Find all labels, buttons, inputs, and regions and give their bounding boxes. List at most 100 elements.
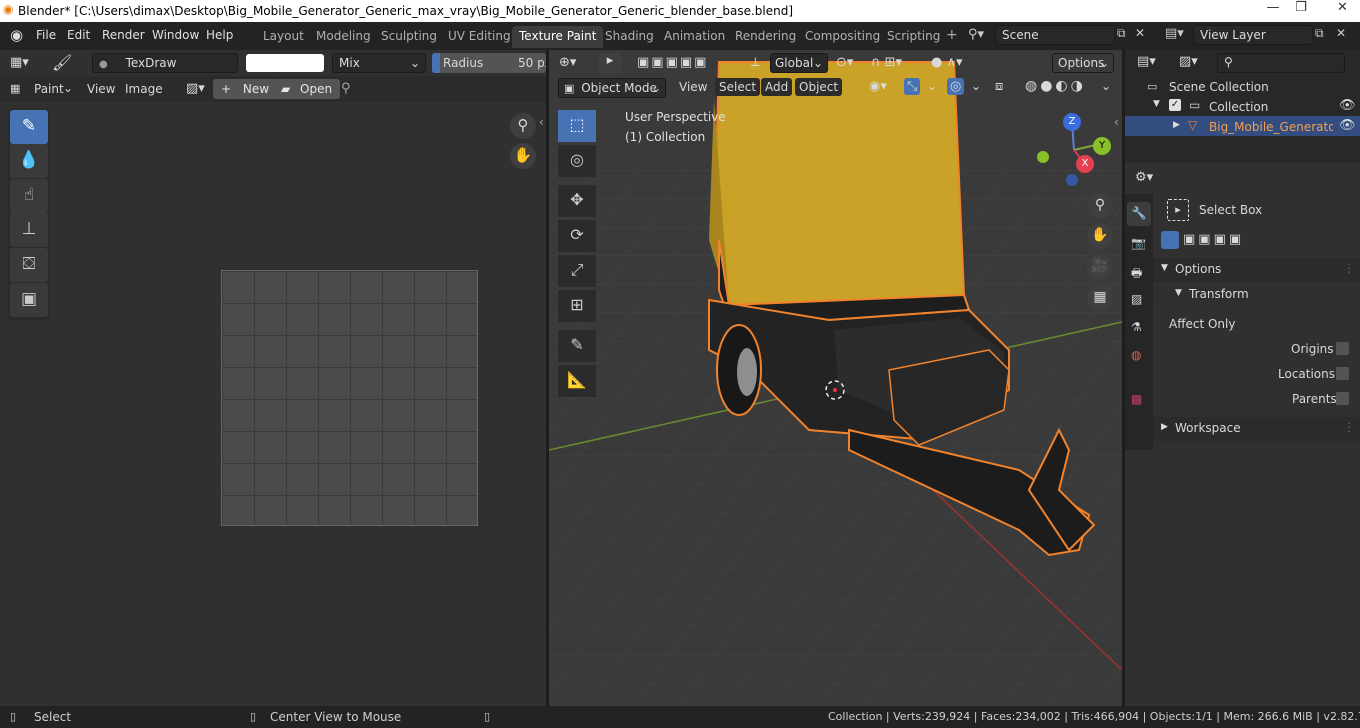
- select-mode-icons[interactable]: ▣▣▣▣▣: [637, 55, 708, 70]
- tab-animation[interactable]: Animation: [657, 26, 732, 48]
- workspace-panel-header[interactable]: ▶ Workspace ⋮⋮: [1153, 417, 1360, 441]
- scene-collection-label[interactable]: Scene Collection: [1169, 80, 1269, 94]
- viewport-editor-type-icon[interactable]: ⊕▾: [559, 55, 576, 70]
- mask-tool-button[interactable]: ▣: [10, 283, 48, 317]
- parents-checkbox[interactable]: [1336, 392, 1349, 405]
- soften-tool-button[interactable]: 💧: [10, 144, 48, 178]
- delete-view-layer-icon[interactable]: ✕: [1336, 26, 1346, 40]
- gizmo-toggle-icon[interactable]: ⤡: [904, 78, 921, 95]
- texture-canvas[interactable]: [221, 270, 478, 526]
- viewport-zoom-icon[interactable]: ⚲: [1087, 193, 1113, 219]
- tab-rendering[interactable]: Rendering: [728, 26, 803, 48]
- menu-select[interactable]: Select: [715, 78, 761, 96]
- fill-tool-button[interactable]: ⛋: [10, 248, 48, 282]
- brush-color-swatch[interactable]: [246, 54, 324, 72]
- add-workspace-button[interactable]: +: [946, 27, 958, 43]
- menu-object[interactable]: Object: [795, 78, 843, 96]
- shading-mode-icons[interactable]: ◍●◐◑: [1025, 78, 1086, 94]
- view-layer-tab-icon[interactable]: ▨: [1131, 292, 1142, 306]
- menu-viewport-view[interactable]: View: [679, 80, 707, 94]
- open-image-button[interactable]: ▰ Open: [273, 79, 341, 99]
- origins-checkbox[interactable]: [1336, 342, 1349, 355]
- tab-layout[interactable]: Layout: [256, 26, 311, 48]
- chevron-down-icon[interactable]: ⌄: [971, 79, 981, 93]
- collection-checkbox[interactable]: ✓: [1169, 99, 1181, 111]
- tab-uv-editing[interactable]: UV Editing: [441, 26, 518, 48]
- collection-label[interactable]: Collection: [1209, 100, 1268, 114]
- cursor-tool[interactable]: ◎: [558, 145, 596, 177]
- tool-tab-icon[interactable]: 🔧: [1127, 202, 1151, 226]
- menu-image[interactable]: Image: [125, 82, 163, 96]
- scene-tab-icon[interactable]: ⚗: [1131, 320, 1142, 334]
- menu-window[interactable]: Window: [152, 28, 199, 42]
- x-axis-icon[interactable]: X: [1076, 155, 1094, 173]
- draw-tool-button[interactable]: ✎: [10, 110, 48, 144]
- viewport-pan-icon[interactable]: ✋: [1087, 223, 1113, 249]
- select-box-tool[interactable]: ⬚: [558, 110, 596, 142]
- locations-checkbox[interactable]: [1336, 367, 1349, 380]
- menu-render[interactable]: Render: [102, 28, 145, 42]
- menu-add[interactable]: Add: [761, 78, 793, 96]
- viewport-sidebar-toggle-icon[interactable]: ‹: [1114, 115, 1119, 129]
- clone-tool-button[interactable]: ⊥: [10, 213, 48, 247]
- chevron-down-icon[interactable]: ⌄: [927, 79, 937, 93]
- outliner-search-field[interactable]: ⚲: [1217, 53, 1345, 73]
- scene-icon[interactable]: ⚲▾: [968, 27, 984, 42]
- menu-view[interactable]: View: [87, 82, 115, 96]
- y-axis-icon[interactable]: Y: [1093, 137, 1111, 155]
- scale-tool[interactable]: ⤢: [558, 255, 596, 287]
- image-browse-icon[interactable]: ▨▾: [186, 81, 205, 96]
- select-mode-icons[interactable]: ▣▣▣▣: [1183, 232, 1244, 247]
- close-button[interactable]: ✕: [1325, 0, 1360, 20]
- options-panel-header[interactable]: ▼ Options ⋮⋮: [1153, 258, 1360, 282]
- object-mode-select[interactable]: ▣ Object Mode ⌄: [558, 78, 666, 98]
- menu-file[interactable]: File: [36, 28, 56, 42]
- radius-slider[interactable]: Radius 50 px: [432, 53, 546, 73]
- output-tab-icon[interactable]: 🖶: [1131, 264, 1142, 285]
- chevron-down-icon[interactable]: ⌄: [1101, 79, 1111, 93]
- rotate-tool[interactable]: ⟳: [558, 220, 596, 252]
- view-layer-icon[interactable]: ▤▾: [1165, 26, 1184, 41]
- blender-menu-icon[interactable]: ◉: [10, 26, 23, 44]
- collapse-arrow-icon[interactable]: ▼: [1153, 99, 1160, 109]
- visibility-icon[interactable]: ◉▾: [869, 79, 887, 94]
- orientation-select[interactable]: Global ⌄: [770, 53, 828, 73]
- paint-mode-select[interactable]: Paint: [34, 82, 64, 96]
- view-layer-field[interactable]: View Layer: [1193, 25, 1313, 45]
- world-tab-icon[interactable]: ◍: [1131, 348, 1141, 362]
- sidebar-toggle-icon[interactable]: ‹: [539, 115, 544, 129]
- pan-hand-icon[interactable]: ✋: [510, 143, 536, 169]
- ortho-toggle-icon[interactable]: ▦: [1087, 285, 1113, 311]
- snap-icon[interactable]: ∩ ⊞▾: [871, 55, 902, 70]
- annotate-tool[interactable]: ✎: [558, 330, 596, 362]
- z-axis-icon[interactable]: Z: [1063, 113, 1081, 131]
- xray-icon[interactable]: ⧈: [995, 79, 1003, 94]
- delete-scene-icon[interactable]: ✕: [1135, 26, 1145, 40]
- transform-tool[interactable]: ⊞: [558, 290, 596, 322]
- texture-tab-icon[interactable]: ▩: [1131, 392, 1142, 406]
- eye-icon[interactable]: 👁: [1339, 118, 1356, 133]
- select-mode-set-icon[interactable]: [1161, 231, 1179, 249]
- overlay-toggle-icon[interactable]: ◎: [947, 78, 965, 95]
- camera-view-icon[interactable]: 🎥: [1087, 254, 1113, 280]
- display-mode-icon[interactable]: ▨▾: [1179, 54, 1198, 69]
- brush-name-field[interactable]: ● TexDraw: [92, 53, 238, 73]
- outliner-row-generator[interactable]: ▶ ▽ Big_Mobile_Generator_G 👁: [1125, 116, 1360, 136]
- pin-icon[interactable]: ⚲: [341, 81, 351, 96]
- zoom-icon[interactable]: ⚲: [510, 113, 536, 139]
- minimize-button[interactable]: —: [1259, 0, 1287, 20]
- menu-edit[interactable]: Edit: [67, 28, 90, 42]
- transform-subpanel-header[interactable]: ▼ Transform: [1153, 284, 1360, 306]
- drag-handle-icon[interactable]: ⋮⋮: [1343, 420, 1360, 434]
- new-image-button[interactable]: + New: [213, 79, 278, 99]
- move-tool[interactable]: ✥: [558, 185, 596, 217]
- options-button[interactable]: Options ⌄: [1052, 53, 1114, 73]
- properties-editor-type-icon[interactable]: ⚙▾: [1135, 170, 1153, 185]
- editor-type-icon[interactable]: ▦▾: [10, 55, 29, 70]
- tab-texture-paint[interactable]: Texture Paint: [512, 26, 604, 48]
- tab-compositing[interactable]: Compositing: [798, 26, 887, 48]
- menu-help[interactable]: Help: [206, 28, 233, 42]
- brush-icon[interactable]: 🖌: [52, 53, 72, 72]
- blend-mode-select[interactable]: Mix ⌄: [332, 53, 426, 73]
- tab-modeling[interactable]: Modeling: [309, 26, 378, 48]
